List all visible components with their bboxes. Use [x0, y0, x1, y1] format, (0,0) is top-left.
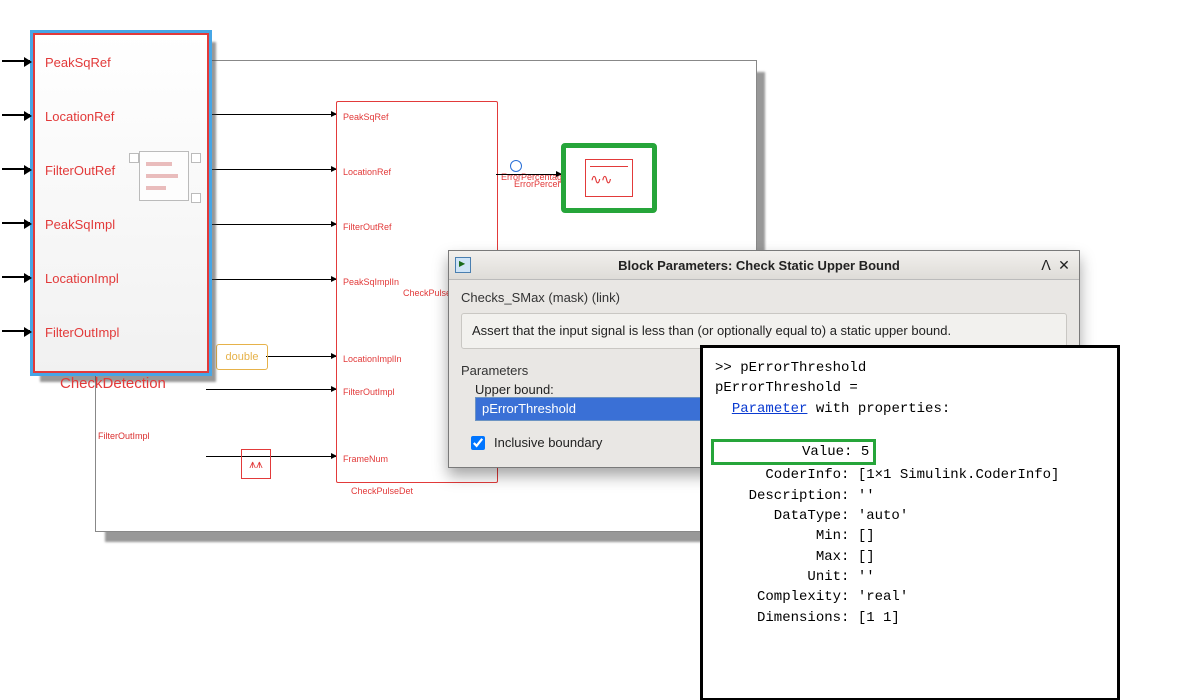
- thumb-node-icon: [129, 153, 139, 163]
- check-detection-block[interactable]: PeakSqRef LocationRef FilterOutRef PeakS…: [30, 30, 212, 376]
- cmd-indent: [715, 401, 732, 417]
- block-port: FilterOutRef: [45, 163, 115, 178]
- dialog-collapse-button[interactable]: ᐱ: [1037, 257, 1055, 274]
- wire: [206, 114, 336, 115]
- cpd-port: PeakSqImplIn: [343, 277, 399, 287]
- upper-bound-input[interactable]: [475, 397, 709, 421]
- inport-arrow-icon: [2, 168, 30, 170]
- dialog-titlebar[interactable]: Block Parameters: Check Static Upper Bou…: [449, 251, 1079, 280]
- cpd-title: CheckPulseDet: [351, 486, 413, 496]
- mask-description: Assert that the input signal is less tha…: [461, 313, 1067, 349]
- inport-arrow-icon: [2, 330, 30, 332]
- scope-block-icon[interactable]: ⩚⩚: [241, 449, 271, 479]
- wire: [496, 174, 561, 175]
- thumb-node-icon: [191, 153, 201, 163]
- value-highlight: Value: 5: [711, 439, 876, 465]
- command-window[interactable]: >> pErrorThreshold pErrorThreshold = Par…: [700, 345, 1120, 700]
- inport-arrow-icon: [2, 276, 30, 278]
- wire: [206, 389, 336, 390]
- check-detection-title: CheckDetection: [60, 375, 166, 392]
- subsystem-thumbnail-icon: [139, 151, 189, 201]
- cmd-line: >> pErrorThreshold: [715, 360, 866, 376]
- cmd-properties: CoderInfo: [1×1 Simulink.CoderInfo] Desc…: [715, 467, 1059, 625]
- cpd-port: PeakSqRef: [343, 112, 389, 122]
- wire: [206, 456, 336, 457]
- block-port: PeakSqImpl: [45, 217, 115, 232]
- dialog-title: Block Parameters: Check Static Upper Bou…: [481, 258, 1037, 273]
- cmd-line: with properties:: [807, 401, 950, 417]
- cpd-port: FrameNum: [343, 454, 388, 464]
- inport-arrow-icon: [2, 60, 30, 62]
- block-port: LocationImpl: [45, 271, 119, 286]
- dialog-close-button[interactable]: ✕: [1055, 257, 1073, 274]
- parameter-help-link[interactable]: Parameter: [732, 401, 808, 417]
- thumb-node-icon: [191, 193, 201, 203]
- cmd-line: pErrorThreshold =: [715, 380, 858, 396]
- mask-subtitle: Checks_SMax (mask) (link): [461, 290, 1067, 305]
- cpd-port: LocationImplIn: [343, 354, 402, 364]
- cpd-port: FilterOutRef: [343, 222, 392, 232]
- wire: [206, 279, 336, 280]
- wire: [206, 169, 336, 170]
- inclusive-boundary-label: Inclusive boundary: [494, 435, 602, 450]
- cpd-port: FilterOutImpl: [343, 387, 395, 397]
- dialog-app-icon: [455, 257, 471, 273]
- block-port: FilterOutImpl: [45, 325, 119, 340]
- cpd-port: LocationRef: [343, 167, 391, 177]
- check-static-upper-bound-block[interactable]: [561, 143, 657, 213]
- signal-logging-badge-icon: [510, 160, 522, 172]
- block-port: LocationRef: [45, 109, 114, 124]
- block-port: PeakSqRef: [45, 55, 111, 70]
- inclusive-boundary-check-input[interactable]: [471, 436, 485, 450]
- wire: [206, 224, 336, 225]
- cast-block-double[interactable]: double: [216, 344, 268, 370]
- stray-port-label: FilterOutImpl: [98, 431, 150, 441]
- wire: [266, 356, 336, 357]
- inport-arrow-icon: [2, 222, 30, 224]
- assertion-block-icon: [585, 159, 633, 197]
- inport-arrow-icon: [2, 114, 30, 116]
